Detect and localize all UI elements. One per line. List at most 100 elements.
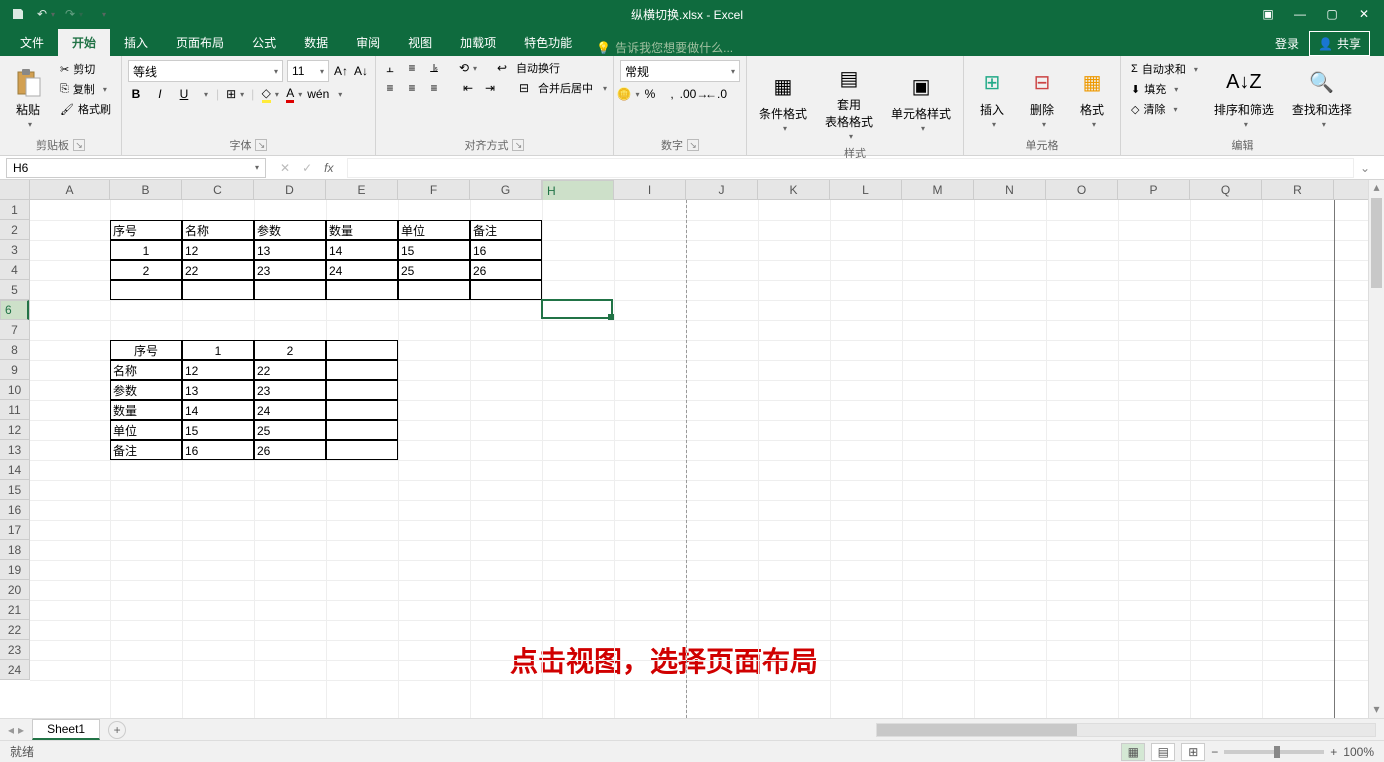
col-header-C[interactable]: C <box>182 180 254 199</box>
align-right-icon[interactable]: ≡ <box>426 80 442 96</box>
cell[interactable] <box>326 440 398 460</box>
cell[interactable]: 23 <box>254 260 326 280</box>
cell[interactable]: 名称 <box>182 220 254 240</box>
cell[interactable] <box>326 280 398 300</box>
row-header-17[interactable]: 17 <box>0 520 29 540</box>
font-name-select[interactable]: 等线▾ <box>128 60 283 82</box>
tab-insert[interactable]: 插入 <box>110 29 162 56</box>
view-normal-button[interactable]: ▦ <box>1121 743 1145 761</box>
cell[interactable]: 16 <box>470 240 542 260</box>
cell[interactable] <box>470 280 542 300</box>
row-header-12[interactable]: 12 <box>0 420 29 440</box>
cell[interactable]: 15 <box>398 240 470 260</box>
cell[interactable]: 备注 <box>470 220 542 240</box>
align-middle-icon[interactable]: ≡ <box>404 60 420 76</box>
vertical-scrollbar[interactable]: ▴ ▾ <box>1368 180 1384 718</box>
formula-expand[interactable]: ⌄ <box>1358 161 1372 175</box>
row-header-10[interactable]: 10 <box>0 380 29 400</box>
sheet-nav-prev[interactable]: ◂ <box>8 723 14 737</box>
tab-addins[interactable]: 加载项 <box>446 29 510 56</box>
row-header-15[interactable]: 15 <box>0 480 29 500</box>
row-header-20[interactable]: 20 <box>0 580 29 600</box>
cell[interactable]: 名称 <box>110 360 182 380</box>
row-header-14[interactable]: 14 <box>0 460 29 480</box>
cut-button[interactable]: ✂剪切 <box>56 60 115 78</box>
row-header-18[interactable]: 18 <box>0 540 29 560</box>
clear-button[interactable]: ◇清除▾ <box>1127 100 1202 118</box>
font-launcher[interactable]: ↘ <box>255 139 267 151</box>
number-format-select[interactable]: 常规▾ <box>620 60 740 82</box>
cell[interactable]: 23 <box>254 380 326 400</box>
row-header-11[interactable]: 11 <box>0 400 29 420</box>
cell[interactable] <box>182 280 254 300</box>
cancel-formula-icon[interactable]: ✕ <box>280 161 290 175</box>
col-header-D[interactable]: D <box>254 180 326 199</box>
fx-icon[interactable]: fx <box>324 161 333 175</box>
undo-button[interactable]: ↶▾ <box>34 2 58 26</box>
comma-icon[interactable]: , <box>664 86 680 102</box>
cell[interactable] <box>326 360 398 380</box>
vscroll-thumb[interactable] <box>1371 198 1382 288</box>
login-link[interactable]: 登录 <box>1275 35 1299 52</box>
paste-button[interactable]: 粘贴 ▾ <box>6 60 50 135</box>
col-header-E[interactable]: E <box>326 180 398 199</box>
align-center-icon[interactable]: ≡ <box>404 80 420 96</box>
col-header-L[interactable]: L <box>830 180 902 199</box>
cell[interactable] <box>326 380 398 400</box>
col-header-H[interactable]: H <box>542 180 614 202</box>
col-header-K[interactable]: K <box>758 180 830 199</box>
row-header-1[interactable]: 1 <box>0 200 29 220</box>
ribbon-display-options[interactable]: ▣ <box>1254 2 1282 26</box>
zoom-level[interactable]: 100% <box>1343 745 1374 759</box>
close-button[interactable]: ✕ <box>1350 2 1378 26</box>
indent-dec-icon[interactable]: ⇤ <box>460 80 476 96</box>
row-header-21[interactable]: 21 <box>0 600 29 620</box>
cell[interactable]: 参数 <box>110 380 182 400</box>
tab-formulas[interactable]: 公式 <box>238 29 290 56</box>
maximize-button[interactable]: ▢ <box>1318 2 1346 26</box>
cell[interactable]: 数量 <box>110 400 182 420</box>
cell[interactable] <box>326 400 398 420</box>
select-all-corner[interactable] <box>0 180 30 199</box>
sheet-tab-sheet1[interactable]: Sheet1 <box>32 719 100 740</box>
horizontal-scrollbar[interactable] <box>876 723 1376 737</box>
col-header-M[interactable]: M <box>902 180 974 199</box>
cell[interactable]: 22 <box>254 360 326 380</box>
row-header-13[interactable]: 13 <box>0 440 29 460</box>
tab-review[interactable]: 审阅 <box>342 29 394 56</box>
view-page-layout-button[interactable]: ▤ <box>1151 743 1175 761</box>
col-header-I[interactable]: I <box>614 180 686 199</box>
col-header-G[interactable]: G <box>470 180 542 199</box>
row-header-24[interactable]: 24 <box>0 660 29 680</box>
decrease-font-icon[interactable]: A↓ <box>353 63 369 79</box>
tab-data[interactable]: 数据 <box>290 29 342 56</box>
align-top-icon[interactable]: ⫠ <box>382 60 398 76</box>
share-button[interactable]: 👤 共享 <box>1309 31 1370 56</box>
cell[interactable]: 14 <box>182 400 254 420</box>
increase-font-icon[interactable]: A↑ <box>333 63 349 79</box>
row-header-4[interactable]: 4 <box>0 260 29 280</box>
tab-home[interactable]: 开始 <box>58 29 110 56</box>
cell[interactable] <box>326 340 398 360</box>
decrease-decimal-icon[interactable]: ←.0 <box>708 86 724 102</box>
cell[interactable]: 24 <box>326 260 398 280</box>
cell[interactable]: 13 <box>254 240 326 260</box>
cell[interactable]: 15 <box>182 420 254 440</box>
align-launcher[interactable]: ↘ <box>512 139 524 151</box>
tab-view[interactable]: 视图 <box>394 29 446 56</box>
row-header-19[interactable]: 19 <box>0 560 29 580</box>
cell[interactable]: 序号 <box>110 340 182 360</box>
cell[interactable]: 25 <box>398 260 470 280</box>
col-header-R[interactable]: R <box>1262 180 1334 199</box>
border-button[interactable]: ⊞▾ <box>227 86 243 102</box>
clipboard-launcher[interactable]: ↘ <box>73 139 85 151</box>
zoom-in-button[interactable]: + <box>1330 745 1337 759</box>
increase-decimal-icon[interactable]: .00→ <box>686 86 702 102</box>
cell[interactable]: 12 <box>182 240 254 260</box>
currency-icon[interactable]: 🪙▾ <box>620 86 636 102</box>
row-header-7[interactable]: 7 <box>0 320 29 340</box>
col-header-F[interactable]: F <box>398 180 470 199</box>
underline-button[interactable]: U <box>176 86 192 102</box>
cell[interactable]: 25 <box>254 420 326 440</box>
cell[interactable]: 1 <box>110 240 182 260</box>
